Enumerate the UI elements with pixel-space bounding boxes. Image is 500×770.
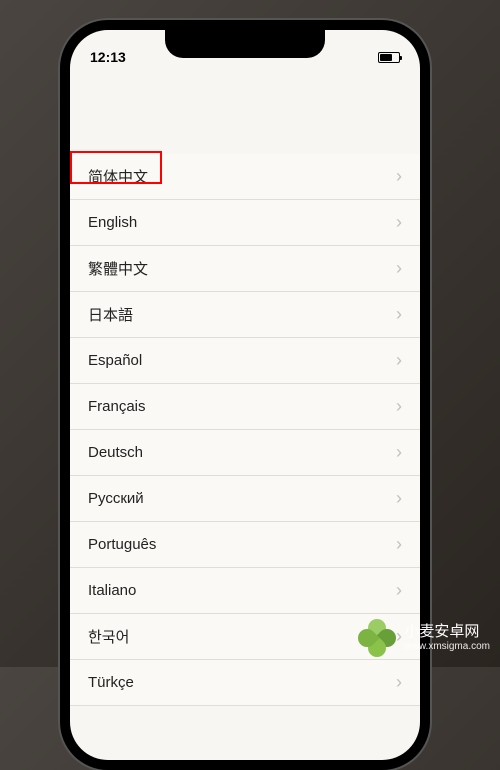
- language-row[interactable]: Русский ›: [70, 476, 420, 522]
- language-label: Español: [88, 352, 142, 369]
- watermark-text: 小麦安卓网 www.xmsigma.com: [404, 623, 490, 653]
- language-row[interactable]: Português ›: [70, 522, 420, 568]
- watermark-title: 小麦安卓网: [404, 623, 490, 641]
- language-label: Français: [88, 398, 146, 415]
- chevron-right-icon: ›: [396, 350, 402, 371]
- language-label: Português: [88, 536, 156, 553]
- chevron-right-icon: ›: [396, 534, 402, 555]
- language-row[interactable]: Français ›: [70, 384, 420, 430]
- language-label: 한국어: [88, 626, 129, 647]
- chevron-right-icon: ›: [396, 304, 402, 325]
- language-row[interactable]: Español ›: [70, 338, 420, 384]
- watermark-logo-icon: [356, 617, 398, 659]
- chevron-right-icon: ›: [396, 396, 402, 417]
- language-label: 简体中文: [88, 166, 148, 187]
- language-label: Italiano: [88, 582, 136, 599]
- language-label: Türkçe: [88, 674, 134, 691]
- language-label: English: [88, 214, 137, 231]
- chevron-right-icon: ›: [396, 488, 402, 509]
- language-row[interactable]: 简体中文 ›: [70, 154, 420, 200]
- language-row[interactable]: Deutsch ›: [70, 430, 420, 476]
- chevron-right-icon: ›: [396, 580, 402, 601]
- language-label: 繁體中文: [88, 258, 148, 279]
- watermark-url: www.xmsigma.com: [404, 641, 490, 653]
- notch: [165, 30, 325, 58]
- language-row[interactable]: English ›: [70, 200, 420, 246]
- status-right: [378, 52, 400, 63]
- chevron-right-icon: ›: [396, 166, 402, 187]
- chevron-right-icon: ›: [396, 442, 402, 463]
- language-label: Русский: [88, 490, 144, 507]
- language-row[interactable]: 日本語 ›: [70, 292, 420, 338]
- chevron-right-icon: ›: [396, 212, 402, 233]
- watermark: 小麦安卓网 www.xmsigma.com: [356, 617, 490, 659]
- language-label: Deutsch: [88, 444, 143, 461]
- chevron-right-icon: ›: [396, 672, 402, 693]
- header-space: [70, 74, 420, 154]
- language-row[interactable]: Italiano ›: [70, 568, 420, 614]
- battery-icon: [378, 52, 400, 63]
- language-label: 日本語: [88, 304, 133, 325]
- chevron-right-icon: ›: [396, 258, 402, 279]
- language-row[interactable]: 繁體中文 ›: [70, 246, 420, 292]
- status-time: 12:13: [90, 49, 126, 65]
